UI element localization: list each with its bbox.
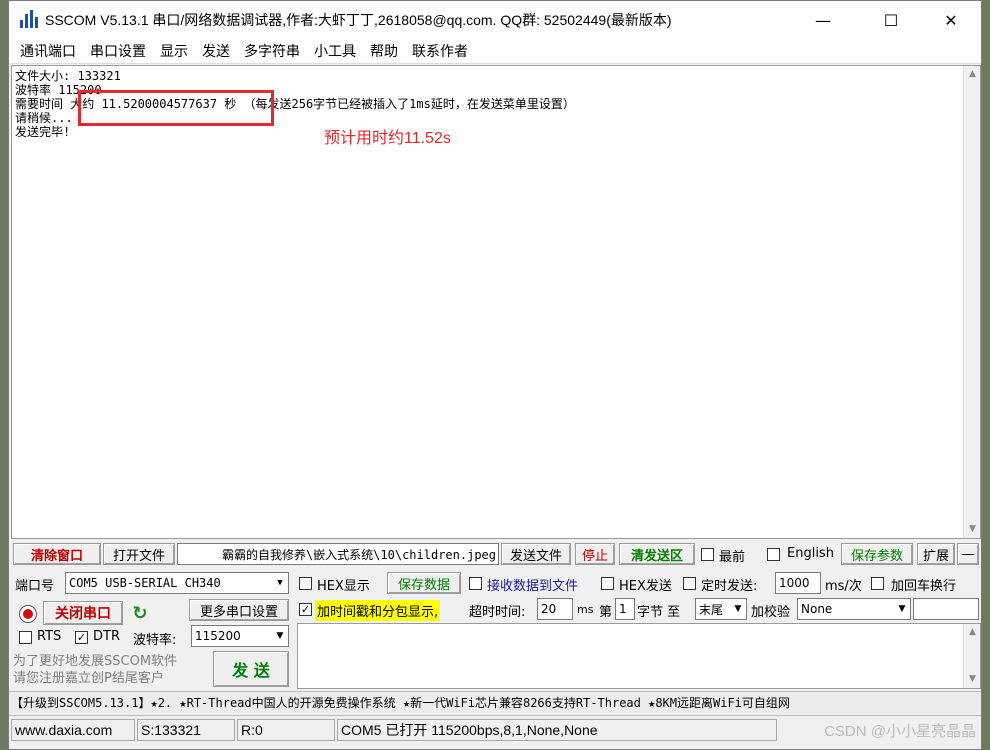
timestamp-label: 加时间戳和分包显示, xyxy=(315,600,441,621)
hex-send-label: HEX发送 xyxy=(619,579,672,594)
app-icon xyxy=(19,10,39,30)
menu-serial-settings[interactable]: 串口设置 xyxy=(83,41,153,61)
dtr-checkbox[interactable]: ✓ xyxy=(75,631,88,644)
recv-to-file-checkbox[interactable] xyxy=(469,577,482,590)
english-checkbox[interactable] xyxy=(767,548,780,561)
topmost-label: 最前 xyxy=(719,550,746,565)
port-label: 端口号 xyxy=(15,579,55,594)
rts-label: RTS xyxy=(37,629,62,644)
status-port-info: COM5 已打开 115200bps,8,1,None,None xyxy=(337,719,777,741)
rts-checkbox[interactable] xyxy=(19,631,32,644)
chevron-down-icon[interactable]: ▼ xyxy=(894,599,910,619)
stop-button[interactable]: 停止 xyxy=(575,543,615,565)
open-file-button[interactable]: 打开文件 xyxy=(103,543,175,565)
minimize-icon[interactable]: — xyxy=(799,1,847,39)
chevron-down-icon[interactable]: ▼ xyxy=(272,626,288,646)
scroll-down-icon[interactable]: ▼ xyxy=(964,521,981,538)
send-text-area[interactable]: ▲ ▼ xyxy=(297,623,981,689)
timeout-input[interactable]: 20 xyxy=(537,598,573,620)
menu-comm-port[interactable]: 通讯端口 xyxy=(13,41,83,61)
status-sent-count: S:133321 xyxy=(137,719,235,741)
topmost-checkbox[interactable] xyxy=(701,548,714,561)
expand-button[interactable]: 扩展 xyxy=(917,543,955,565)
ad-banner[interactable]: 【升级到SSCOM5.13.1】★2. ★RT-Thread中国人的开源免费操作… xyxy=(9,691,981,713)
close-icon[interactable]: ✕ xyxy=(927,1,975,39)
recv-to-file-label: 接收数据到文件 xyxy=(487,579,579,594)
nth-label: 第 xyxy=(599,605,613,620)
menu-help[interactable]: 帮助 xyxy=(363,41,405,61)
port-status-indicator xyxy=(19,605,37,623)
save-data-button[interactable]: 保存数据 xyxy=(387,572,461,594)
window-title: SSCOM V5.13.1 串口/网络数据调试器,作者:大虾丁丁,2618058… xyxy=(45,12,672,28)
scroll-up-icon[interactable]: ▲ xyxy=(964,66,981,83)
more-serial-settings-button[interactable]: 更多串口设置 xyxy=(189,599,289,621)
sscom-window: SSCOM V5.13.1 串口/网络数据调试器,作者:大虾丁丁,2618058… xyxy=(8,0,982,750)
timeout-label: 超时时间: xyxy=(469,605,526,620)
menu-display[interactable]: 显示 xyxy=(153,41,195,61)
end-select[interactable]: 末尾 ▼ xyxy=(695,598,747,620)
chevron-down-icon[interactable]: ▼ xyxy=(272,573,288,593)
english-label: English xyxy=(787,546,834,561)
menu-bar: 通讯端口 串口设置 显示 发送 多字符串 小工具 帮助 联系作者 xyxy=(9,39,981,64)
checksum-value: None xyxy=(801,602,833,616)
add-crlf-checkbox[interactable] xyxy=(871,577,884,590)
title-bar[interactable]: SSCOM V5.13.1 串口/网络数据调试器,作者:大虾丁丁,2618058… xyxy=(9,1,981,39)
status-received-count: R:0 xyxy=(237,719,335,741)
interval-unit: ms/次 xyxy=(825,579,862,594)
checksum-extra-field[interactable] xyxy=(913,598,979,620)
close-port-button[interactable]: 关闭串口 xyxy=(43,601,123,625)
file-path-input[interactable]: 霸霸的自我修养\嵌入式系统\10\children.jpeg xyxy=(177,543,499,565)
timestamp-checkbox[interactable]: ✓ xyxy=(299,603,312,616)
scroll-down-icon[interactable]: ▼ xyxy=(964,671,981,688)
checksum-select[interactable]: None ▼ xyxy=(797,598,911,620)
baud-value: 115200 xyxy=(195,629,241,643)
hex-display-label: HEX显示 xyxy=(317,579,370,594)
add-crlf-label: 加回车换行 xyxy=(891,579,957,594)
byte-to-label: 字节 至 xyxy=(637,605,681,620)
receive-scrollbar[interactable]: ▲ ▼ xyxy=(963,66,980,538)
menu-send[interactable]: 发送 xyxy=(195,41,237,61)
chevron-down-icon[interactable]: ▼ xyxy=(730,599,746,619)
timed-send-label: 定时发送: xyxy=(701,579,758,594)
hex-send-checkbox[interactable] xyxy=(601,577,614,590)
baud-label: 波特率: xyxy=(133,633,177,648)
highlight-box xyxy=(78,90,274,126)
port-value: COM5 USB-SERIAL CH340 xyxy=(69,576,221,590)
send-scrollbar[interactable]: ▲ ▼ xyxy=(963,624,980,688)
scroll-up-icon[interactable]: ▲ xyxy=(964,624,981,641)
baud-select[interactable]: 115200 ▼ xyxy=(191,625,289,647)
status-website[interactable]: www.daxia.com xyxy=(11,719,135,741)
refresh-icon[interactable]: ↻ xyxy=(127,601,153,625)
port-select[interactable]: COM5 USB-SERIAL CH340 ▼ xyxy=(65,572,289,594)
interval-input[interactable]: 1000 xyxy=(775,572,821,594)
timeout-unit: ms xyxy=(577,603,594,616)
menu-tools[interactable]: 小工具 xyxy=(307,41,363,61)
receive-area[interactable]: 文件大小: 133321 波特率 115200 需要时间 大约 11.52000… xyxy=(11,65,981,539)
checksum-label: 加校验 xyxy=(751,605,791,620)
save-params-button[interactable]: 保存参数 xyxy=(841,543,913,565)
hex-display-checkbox[interactable] xyxy=(299,577,312,590)
send-button[interactable]: 发 送 xyxy=(213,651,289,687)
collapse-button[interactable]: — xyxy=(957,543,979,565)
annotation-text: 预计用时约11.52s xyxy=(324,130,451,147)
nth-input[interactable]: 1 xyxy=(615,598,635,620)
dtr-label: DTR xyxy=(93,629,120,644)
menu-multi-string[interactable]: 多字符串 xyxy=(237,41,307,61)
timed-send-checkbox[interactable] xyxy=(683,577,696,590)
end-value: 末尾 xyxy=(699,602,724,617)
clear-window-button[interactable]: 清除窗口 xyxy=(13,543,101,565)
promo-text[interactable]: 为了更好地发展SSCOM软件 请您注册嘉立创P结尾客户 xyxy=(13,653,177,687)
menu-contact-author[interactable]: 联系作者 xyxy=(405,41,475,61)
maximize-icon[interactable]: ☐ xyxy=(867,1,915,39)
send-file-button[interactable]: 发送文件 xyxy=(501,543,571,565)
clear-send-area-button[interactable]: 清发送区 xyxy=(619,543,695,565)
csdn-watermark: CSDN @小小星亮晶晶 xyxy=(824,723,976,740)
